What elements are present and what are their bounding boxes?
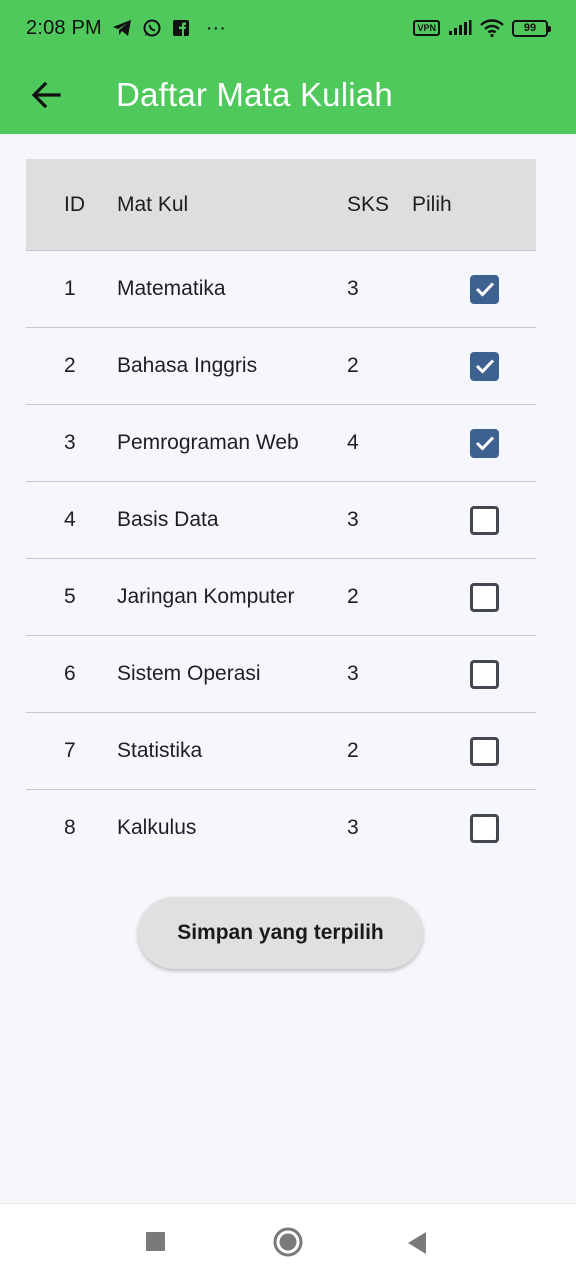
header-pilih: Pilih xyxy=(412,192,452,216)
check-icon xyxy=(475,436,494,451)
back-nav-button[interactable] xyxy=(406,1231,428,1255)
header-id: ID xyxy=(64,192,85,216)
more-icon: ··· xyxy=(205,16,226,39)
back-button[interactable] xyxy=(28,77,64,113)
facebook-icon xyxy=(172,19,190,37)
select-checkbox[interactable] xyxy=(470,813,499,843)
cell-id: 4 xyxy=(64,508,76,531)
battery-level: 99 xyxy=(523,22,537,34)
table-row: 7 Statistika 2 xyxy=(26,712,536,789)
system-nav-bar xyxy=(0,1203,576,1280)
select-checkbox[interactable] xyxy=(470,582,499,612)
select-checkbox[interactable] xyxy=(470,659,499,689)
home-button[interactable] xyxy=(272,1226,304,1258)
check-icon xyxy=(475,282,494,297)
triangle-left-icon xyxy=(408,1232,426,1254)
battery-icon: 99 xyxy=(512,19,551,37)
cell-sks: 3 xyxy=(347,277,359,300)
cell-mat-kul: Pemrograman Web xyxy=(117,431,299,454)
table-row: 5 Jaringan Komputer 2 xyxy=(26,558,536,635)
table-row: 8 Kalkulus 3 xyxy=(26,789,536,866)
app-bar: Daftar Mata Kuliah xyxy=(0,56,576,134)
status-right: VPN 99 xyxy=(413,19,551,37)
cell-sks: 4 xyxy=(347,431,359,454)
cell-mat-kul: Kalkulus xyxy=(117,816,197,839)
table-header: ID Mat Kul SKS Pilih xyxy=(26,159,536,250)
cell-pilih xyxy=(412,813,536,843)
select-checkbox[interactable] xyxy=(470,428,499,458)
top-bar: 2:08 PM ··· VPN 99 Daftar Mata Kuliah xyxy=(0,0,576,134)
table-row: 2 Bahasa Inggris 2 xyxy=(26,327,536,404)
cell-id: 5 xyxy=(64,585,76,608)
cell-sks: 3 xyxy=(347,816,359,839)
cell-id: 2 xyxy=(64,354,76,377)
page-title: Daftar Mata Kuliah xyxy=(116,76,393,113)
table-row: 1 Matematika 3 xyxy=(26,250,536,327)
arrow-left-icon xyxy=(31,81,61,109)
cell-pilih xyxy=(412,659,536,689)
cell-id: 3 xyxy=(64,431,76,454)
select-checkbox[interactable] xyxy=(470,505,499,535)
header-mat-kul: Mat Kul xyxy=(117,192,189,216)
signal-icon xyxy=(448,20,472,36)
status-time: 2:08 PM xyxy=(26,16,102,39)
whatsapp-icon xyxy=(142,18,162,38)
cell-sks: 2 xyxy=(347,739,359,762)
table-row: 6 Sistem Operasi 3 xyxy=(26,635,536,712)
square-icon xyxy=(146,1232,165,1251)
cell-id: 8 xyxy=(64,816,76,839)
screen: 2:08 PM ··· VPN 99 Daftar Mata Kuliah ID… xyxy=(0,0,576,1280)
cell-sks: 2 xyxy=(347,354,359,377)
cell-pilih xyxy=(412,274,536,304)
cell-mat-kul: Basis Data xyxy=(117,508,219,531)
vpn-icon: VPN xyxy=(413,20,440,36)
cell-mat-kul: Matematika xyxy=(117,277,226,300)
cell-id: 1 xyxy=(64,277,76,300)
recents-button[interactable] xyxy=(146,1232,166,1252)
table-row: 4 Basis Data 3 xyxy=(26,481,536,558)
header-sks: SKS xyxy=(347,192,390,216)
cell-id: 6 xyxy=(64,662,76,685)
cell-pilih xyxy=(412,505,536,535)
cell-sks: 2 xyxy=(347,585,359,608)
status-bar: 2:08 PM ··· VPN 99 xyxy=(0,0,576,56)
table-row: 3 Pemrograman Web 4 xyxy=(26,404,536,481)
select-checkbox[interactable] xyxy=(470,736,499,766)
status-left: 2:08 PM ··· xyxy=(26,17,226,40)
cell-mat-kul: Statistika xyxy=(117,739,203,762)
cell-pilih xyxy=(412,736,536,766)
cell-sks: 3 xyxy=(347,662,359,685)
cell-id: 7 xyxy=(64,739,76,762)
save-selected-button[interactable]: Simpan yang terpilih xyxy=(138,897,423,969)
select-checkbox[interactable] xyxy=(470,274,499,304)
course-table: ID Mat Kul SKS Pilih 1 Matematika 3 2 Bahasa… xyxy=(26,159,536,866)
cell-pilih xyxy=(412,428,536,458)
check-icon xyxy=(475,359,494,374)
select-checkbox[interactable] xyxy=(470,351,499,381)
table-body: 1 Matematika 3 2 Bahasa Inggris 2 3 Pemrograman… xyxy=(26,250,536,866)
telegram-icon xyxy=(112,19,132,37)
cell-pilih xyxy=(412,351,536,381)
cell-mat-kul: Bahasa Inggris xyxy=(117,354,258,377)
cell-pilih xyxy=(412,582,536,612)
circle-icon xyxy=(273,1227,303,1257)
cell-mat-kul: Sistem Operasi xyxy=(117,662,261,685)
wifi-icon xyxy=(480,19,504,37)
cell-sks: 3 xyxy=(347,508,359,531)
cell-mat-kul: Jaringan Komputer xyxy=(117,585,295,608)
